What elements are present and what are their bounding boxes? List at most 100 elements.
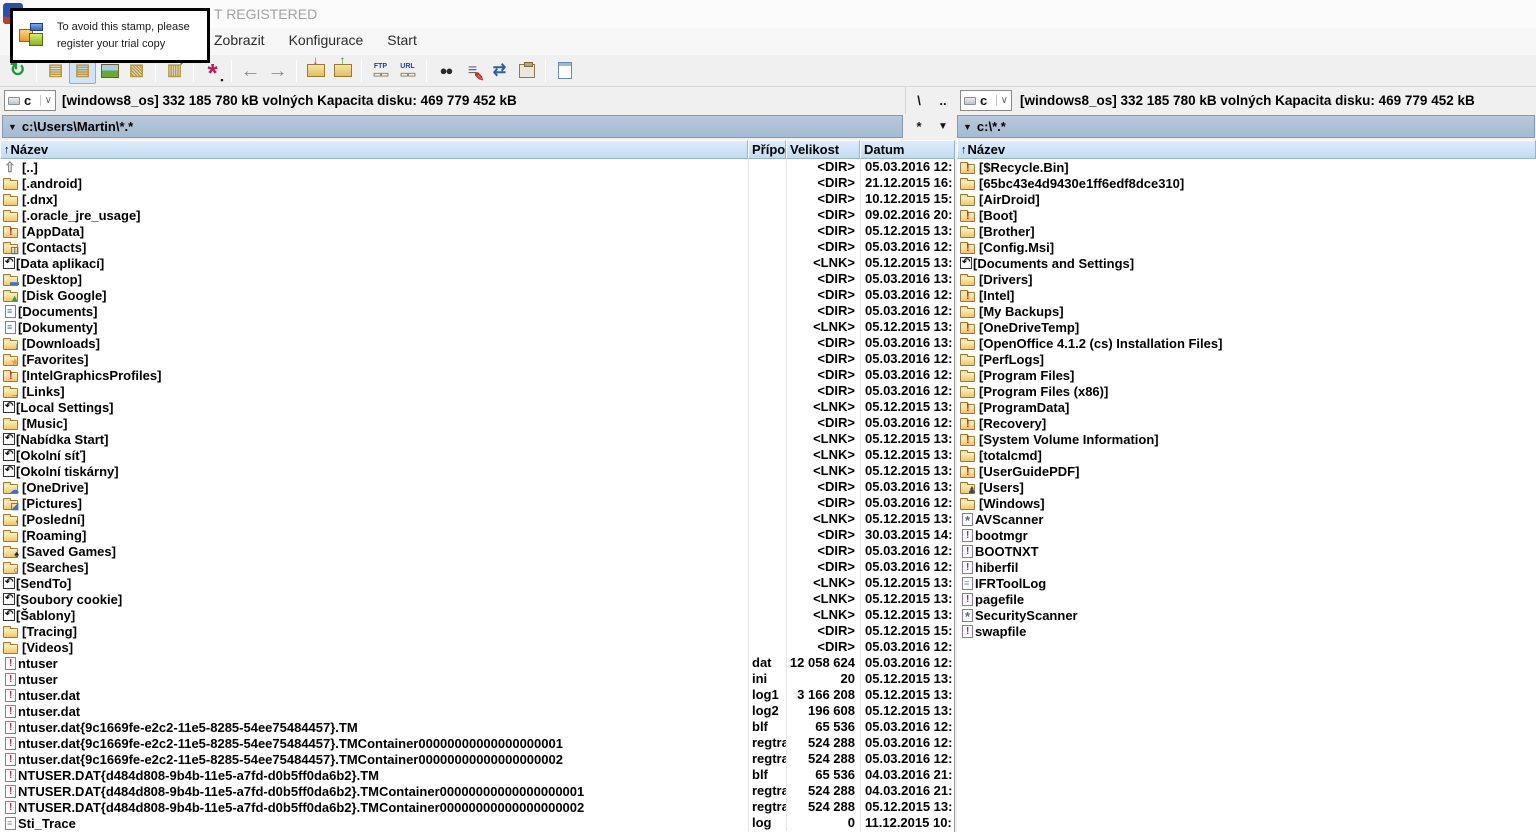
file-row[interactable]: [Documents]<DIR>05.03.2016 12: bbox=[0, 303, 954, 319]
unpack-button[interactable] bbox=[329, 58, 356, 84]
file-row[interactable]: [OneDriveTemp] bbox=[957, 319, 1536, 335]
file-row[interactable]: [Searches]<DIR>05.03.2016 12: bbox=[0, 559, 954, 575]
file-row[interactable]: ntuser.dat{9c1669fe-e2c2-11e5-8285-54ee7… bbox=[0, 719, 954, 735]
file-row[interactable]: [Windows] bbox=[957, 495, 1536, 511]
file-row[interactable]: [Drivers] bbox=[957, 271, 1536, 287]
file-row[interactable]: pagefile bbox=[957, 591, 1536, 607]
menu-item-konfigurace[interactable]: Konfigurace bbox=[289, 32, 364, 48]
file-row[interactable]: [Desktop]<DIR>05.03.2016 13: bbox=[0, 271, 954, 287]
file-row[interactable]: ntuser.datlog2196 60805.12.2015 13: bbox=[0, 703, 954, 719]
file-row[interactable]: [ProgramData] bbox=[957, 399, 1536, 415]
left-path-bar[interactable]: ▼ c:\Users\Martin\*.* bbox=[2, 115, 903, 138]
file-row[interactable]: [Music]<DIR>05.03.2016 12: bbox=[0, 415, 954, 431]
file-row[interactable]: [UserGuidePDF] bbox=[957, 463, 1536, 479]
forward-button[interactable] bbox=[264, 58, 291, 84]
file-row[interactable]: BOOTNXT bbox=[957, 543, 1536, 559]
file-row[interactable]: [.dnx]<DIR>10.12.2015 15: bbox=[0, 191, 954, 207]
file-row[interactable]: [.android]<DIR>21.12.2015 16: bbox=[0, 175, 954, 191]
file-row[interactable]: ntuserini2005.12.2015 13: bbox=[0, 671, 954, 687]
file-row[interactable]: [System Volume Information] bbox=[957, 431, 1536, 447]
file-row[interactable]: [Local Settings]<LNK>05.12.2015 13: bbox=[0, 399, 954, 415]
file-row[interactable]: [Šablony]<LNK>05.12.2015 13: bbox=[0, 607, 954, 623]
file-row[interactable]: [Downloads]<DIR>05.03.2016 13: bbox=[0, 335, 954, 351]
file-row[interactable]: NTUSER.DAT{d484d808-9b4b-11e5-a7fd-d0b5f… bbox=[0, 783, 954, 799]
file-row[interactable]: [Users] bbox=[957, 479, 1536, 495]
file-row[interactable]: ntuserdat12 058 62405.03.2016 12: bbox=[0, 655, 954, 671]
file-row[interactable]: bootmgr bbox=[957, 527, 1536, 543]
file-row[interactable]: Sti_Tracelog011.12.2015 10: bbox=[0, 815, 954, 831]
left-header-date[interactable]: Datum bbox=[860, 140, 955, 159]
file-row[interactable]: [Links]<DIR>05.03.2016 12: bbox=[0, 383, 954, 399]
file-row[interactable]: [Roaming]<DIR>30.03.2015 14: bbox=[0, 527, 954, 543]
root-dir-button[interactable]: \ bbox=[908, 90, 930, 111]
file-row[interactable]: [Nabídka Start]<LNK>05.12.2015 13: bbox=[0, 431, 954, 447]
file-row[interactable]: [Okolní tiskárny]<LNK>05.12.2015 13: bbox=[0, 463, 954, 479]
multi-rename-button[interactable] bbox=[459, 58, 486, 84]
file-row[interactable]: [Intel] bbox=[957, 287, 1536, 303]
back-button[interactable] bbox=[237, 58, 264, 84]
file-row[interactable]: swapfile bbox=[957, 623, 1536, 639]
file-row[interactable]: [Saved Games]<DIR>05.03.2016 12: bbox=[0, 543, 954, 559]
file-row[interactable]: [Data aplikací]<LNK>05.12.2015 13: bbox=[0, 255, 954, 271]
file-row[interactable]: [Dokumenty]<LNK>05.12.2015 13: bbox=[0, 319, 954, 335]
file-row[interactable]: NTUSER.DAT{d484d808-9b4b-11e5-a7fd-d0b5f… bbox=[0, 799, 954, 815]
file-row[interactable]: [Soubory cookie]<LNK>05.12.2015 13: bbox=[0, 591, 954, 607]
file-row[interactable]: [Program Files] bbox=[957, 367, 1536, 383]
file-row[interactable]: [OneDrive]<DIR>05.03.2016 13: bbox=[0, 479, 954, 495]
file-row[interactable]: [Brother] bbox=[957, 223, 1536, 239]
file-row[interactable]: [totalcmd] bbox=[957, 447, 1536, 463]
file-row[interactable]: [IntelGraphicsProfiles]<DIR>05.03.2016 1… bbox=[0, 367, 954, 383]
menu-item-start[interactable]: Start bbox=[387, 32, 417, 48]
file-row[interactable]: ntuser.dat{9c1669fe-e2c2-11e5-8285-54ee7… bbox=[0, 735, 954, 751]
left-header-name[interactable]: ↑ Název bbox=[0, 140, 748, 159]
right-drive-selector[interactable]: c ∨ bbox=[960, 90, 1012, 111]
file-row[interactable]: ntuser.datlog13 166 20805.12.2015 13: bbox=[0, 687, 954, 703]
file-row[interactable]: NTUSER.DAT{d484d808-9b4b-11e5-a7fd-d0b5f… bbox=[0, 767, 954, 783]
file-row[interactable]: hiberfil bbox=[957, 559, 1536, 575]
parent-dir-button[interactable]: .. bbox=[932, 90, 954, 111]
ftp-connect-button[interactable]: FTP bbox=[367, 58, 394, 84]
file-row[interactable]: [Tracing]<DIR>05.12.2015 15: bbox=[0, 623, 954, 639]
file-row[interactable]: [OpenOffice 4.1.2 (cs) Installation File… bbox=[957, 335, 1536, 351]
file-row[interactable]: [PerfLogs] bbox=[957, 351, 1536, 367]
file-row[interactable]: [$Recycle.Bin] bbox=[957, 159, 1536, 175]
file-row[interactable]: [Okolní síť]<LNK>05.12.2015 13: bbox=[0, 447, 954, 463]
file-row[interactable]: AVScanner bbox=[957, 511, 1536, 527]
file-row[interactable]: [Boot] bbox=[957, 207, 1536, 223]
file-row[interactable]: [SendTo]<LNK>05.12.2015 13: bbox=[0, 575, 954, 591]
pack-button[interactable] bbox=[302, 58, 329, 84]
right-path-bar[interactable]: ▼ c:\*.* bbox=[957, 115, 1535, 138]
file-row[interactable]: ntuser.dat{9c1669fe-e2c2-11e5-8285-54ee7… bbox=[0, 751, 954, 767]
file-row[interactable]: [My Backups] bbox=[957, 303, 1536, 319]
right-current-path: c:\*.* bbox=[977, 119, 1006, 134]
history-button[interactable]: ▼ bbox=[932, 116, 954, 137]
file-row[interactable]: IFRToolLog bbox=[957, 575, 1536, 591]
file-row[interactable]: [Videos]<DIR>05.03.2016 12: bbox=[0, 639, 954, 655]
find-files-button[interactable] bbox=[432, 58, 459, 84]
file-row[interactable]: [Contacts]<DIR>05.03.2016 12: bbox=[0, 239, 954, 255]
right-header-name[interactable]: ↑ Název bbox=[957, 140, 1536, 159]
wildcard-button[interactable]: * bbox=[908, 116, 930, 137]
file-row[interactable]: [AirDroid] bbox=[957, 191, 1536, 207]
file-row[interactable]: [..]<DIR>05.03.2016 12: bbox=[0, 159, 954, 175]
file-row[interactable]: [Poslední]<LNK>05.12.2015 13: bbox=[0, 511, 954, 527]
left-header-ext[interactable]: Přípo bbox=[748, 140, 786, 159]
file-row[interactable]: [65bc43e4d9430e1ff6edf8dce310] bbox=[957, 175, 1536, 191]
file-row[interactable]: SecurityScanner bbox=[957, 607, 1536, 623]
file-row[interactable]: [Program Files (x86)] bbox=[957, 383, 1536, 399]
left-header-size[interactable]: Velikost bbox=[786, 140, 860, 159]
url-connect-button[interactable]: URL bbox=[394, 58, 421, 84]
file-row[interactable]: [Config.Msi] bbox=[957, 239, 1536, 255]
file-row[interactable]: [Documents and Settings] bbox=[957, 255, 1536, 271]
copy-clipboard-button[interactable] bbox=[513, 58, 540, 84]
left-drive-selector[interactable]: c ∨ bbox=[4, 90, 56, 111]
file-row[interactable]: [AppData]<DIR>05.12.2015 13: bbox=[0, 223, 954, 239]
file-row[interactable]: [Favorites]<DIR>05.03.2016 12: bbox=[0, 351, 954, 367]
menu-item-zobrazit[interactable]: Zobrazit bbox=[214, 32, 265, 48]
file-row[interactable]: [Recovery] bbox=[957, 415, 1536, 431]
notepad-button[interactable] bbox=[551, 58, 578, 84]
file-row[interactable]: [Disk Google]<DIR>05.03.2016 12: bbox=[0, 287, 954, 303]
file-row[interactable]: [Pictures]<DIR>05.03.2016 12: bbox=[0, 495, 954, 511]
file-row[interactable]: [.oracle_jre_usage]<DIR>09.02.2016 20: bbox=[0, 207, 954, 223]
sync-dirs-button[interactable] bbox=[486, 58, 513, 84]
